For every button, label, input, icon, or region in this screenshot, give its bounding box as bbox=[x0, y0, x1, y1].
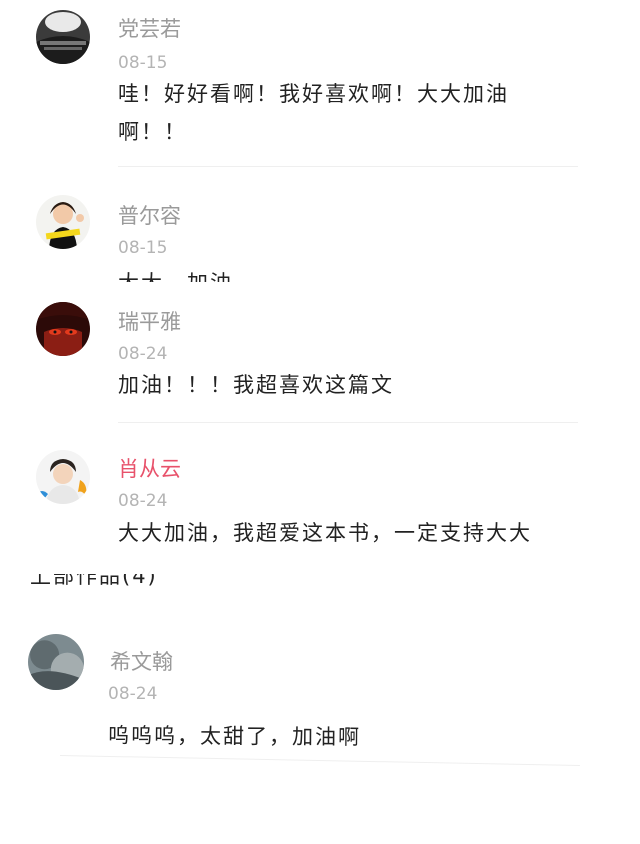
comment-item: 普尔容 08-15 大大，加油 bbox=[0, 170, 640, 282]
comment-date: 08-24 bbox=[118, 344, 168, 364]
fragment-text: 上部作品(4) bbox=[30, 574, 158, 588]
text-fragment: 上部作品(4) bbox=[30, 574, 230, 588]
blurred-photo-avatar-icon[interactable] bbox=[28, 634, 84, 690]
comment-item: 希文翰 08-24 呜呜呜，太甜了，加油啊 bbox=[0, 620, 640, 800]
username[interactable]: 党芸若 bbox=[118, 13, 181, 43]
comment-text: 加油！！！我超喜欢这篇文 bbox=[118, 373, 394, 397]
comment-date: 08-24 bbox=[118, 491, 168, 511]
divider bbox=[118, 166, 578, 167]
comment-text: 哇！好好看啊！我好喜欢啊！大大加油啊！！ bbox=[118, 82, 509, 144]
username[interactable]: 希文翰 bbox=[110, 646, 173, 676]
dark-landscape-avatar-icon[interactable] bbox=[36, 10, 90, 64]
boy-portrait-avatar-icon[interactable] bbox=[36, 450, 90, 504]
comment-date: 08-15 bbox=[118, 53, 168, 73]
divider bbox=[118, 422, 578, 423]
comment-item: 党芸若 08-15 哇！好好看啊！我好喜欢啊！大大加油啊！！ bbox=[0, 0, 640, 170]
comment-date: 08-15 bbox=[118, 238, 168, 258]
username[interactable]: 瑞平雅 bbox=[118, 306, 181, 336]
comment-item: 肖从云 08-24 大大加油，我超爱这本书，一定支持大大 bbox=[0, 428, 640, 568]
comment-date: 08-24 bbox=[108, 684, 158, 704]
anime-red-eyes-avatar-icon[interactable] bbox=[36, 302, 90, 356]
comment-item: 瑞平雅 08-24 加油！！！我超喜欢这篇文 bbox=[0, 282, 640, 428]
comment-text: 大大加油，我超爱这本书，一定支持大大 bbox=[118, 521, 532, 545]
girl-waving-avatar-icon[interactable] bbox=[36, 195, 90, 249]
username[interactable]: 普尔容 bbox=[118, 200, 181, 230]
comment-text: 大大，加油 bbox=[118, 264, 558, 282]
username[interactable]: 肖从云 bbox=[118, 453, 181, 483]
comment-text: 呜呜呜，太甜了，加油啊 bbox=[107, 723, 362, 750]
